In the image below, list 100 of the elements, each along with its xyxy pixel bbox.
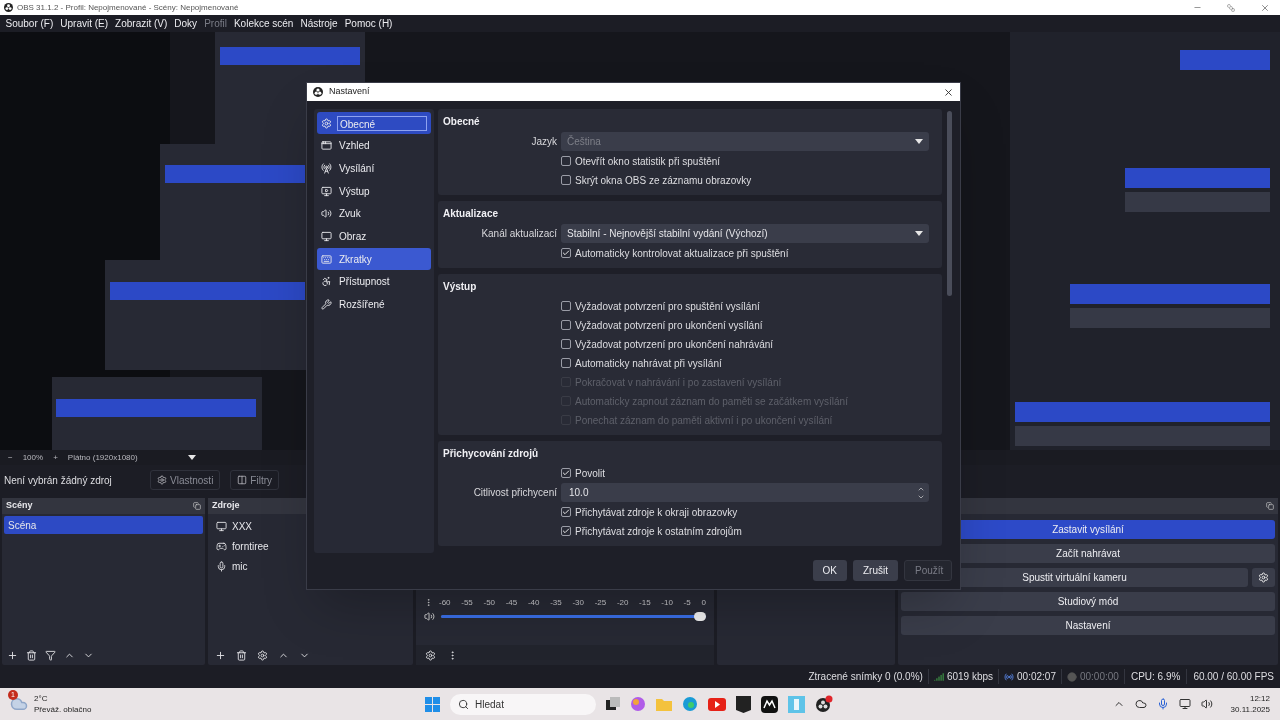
category-item[interactable]: Rozšířené bbox=[317, 293, 431, 316]
scrollbar[interactable] bbox=[947, 111, 952, 296]
cloud-icon[interactable] bbox=[1134, 698, 1147, 710]
zoom-out-button[interactable]: − bbox=[8, 451, 13, 464]
properties-button[interactable]: Vlastnosti bbox=[150, 470, 221, 490]
dropdown[interactable]: Stabilní - Nejnovější stabilní vydání (Výchozí) bbox=[561, 224, 929, 243]
category-item[interactable]: Obraz bbox=[317, 225, 431, 248]
app-icon[interactable] bbox=[736, 695, 751, 713]
speaker-icon[interactable] bbox=[424, 610, 435, 622]
close-icon[interactable] bbox=[943, 86, 954, 98]
checkbox[interactable] bbox=[561, 526, 571, 536]
checkbox[interactable] bbox=[561, 156, 571, 166]
settings-button[interactable] bbox=[1252, 568, 1275, 587]
dock-title: Zdroje bbox=[212, 499, 240, 513]
canvas-size: Plátno (1920x1080) bbox=[67, 451, 139, 464]
monitor-icon bbox=[321, 230, 332, 242]
menu-item[interactable]: Kolekce scén bbox=[230, 16, 297, 31]
clock-date: 30.11.2025 bbox=[1230, 704, 1270, 715]
meter-tick: -15 bbox=[639, 596, 651, 609]
meter-tick: -20 bbox=[616, 596, 629, 609]
trash-icon bbox=[235, 649, 247, 661]
menu-item[interactable]: Nástroje bbox=[296, 16, 342, 31]
control-button[interactable]: Studiový mód bbox=[901, 592, 1275, 611]
menu-item[interactable]: Doky bbox=[170, 16, 201, 31]
menu-item[interactable]: Zobrazit (V) bbox=[111, 16, 171, 31]
filters-button[interactable]: Filtry bbox=[230, 470, 280, 490]
menu-item[interactable]: Pomoc (H) bbox=[341, 16, 396, 31]
dialog-title: Nastavení bbox=[329, 85, 371, 99]
undock-icon[interactable] bbox=[1266, 502, 1274, 510]
gear-icon bbox=[1258, 572, 1269, 583]
dropdown-arrow-icon bbox=[915, 231, 923, 236]
antenna-icon bbox=[321, 162, 332, 174]
meter-tick: -50 bbox=[483, 596, 496, 609]
checkbox-label: Skrýt okna OBS ze záznamu obrazovky bbox=[575, 173, 752, 188]
weather-condition: Převáž. oblačno bbox=[34, 704, 92, 715]
volume-icon[interactable] bbox=[1200, 698, 1213, 710]
app-logo-icon[interactable] bbox=[815, 695, 833, 713]
settings-icon bbox=[321, 117, 332, 129]
field-label: Citlivost přichycení bbox=[472, 486, 558, 500]
menu-item[interactable]: Soubor (F) bbox=[2, 16, 57, 31]
category-item[interactable]: Vzhled bbox=[317, 134, 431, 157]
dialog-button[interactable]: Zrušit bbox=[853, 559, 898, 581]
mic-icon bbox=[216, 561, 227, 572]
app-icon[interactable] bbox=[761, 695, 778, 713]
gear-icon bbox=[424, 649, 436, 661]
category-item[interactable]: Vysílání bbox=[317, 157, 431, 180]
broadcast-icon bbox=[1004, 671, 1015, 682]
meter-tick: -25 bbox=[594, 596, 607, 609]
keyboard-icon bbox=[321, 253, 332, 265]
restore-icon bbox=[1227, 3, 1235, 12]
start-icon[interactable] bbox=[425, 696, 440, 712]
window-title: OBS 31.1.2 - Profil: Nepojmenované - Scény: Nepojmenované bbox=[17, 1, 240, 14]
source-item[interactable]: mic bbox=[212, 558, 409, 575]
search-icon bbox=[458, 698, 469, 710]
checkbox[interactable] bbox=[561, 468, 571, 478]
cpu-usage: CPU: 6.9% bbox=[1123, 669, 1187, 684]
checkbox[interactable] bbox=[561, 248, 571, 258]
trash-icon bbox=[25, 649, 37, 661]
accessibility-icon bbox=[321, 276, 332, 288]
cloud-icon bbox=[10, 695, 28, 713]
checkbox[interactable] bbox=[561, 301, 571, 311]
source-item[interactable]: XXX bbox=[212, 518, 409, 535]
checkbox-label: Automaticky kontrolovat aktualizace při spuštění bbox=[575, 246, 789, 261]
scene-item[interactable]: Scéna bbox=[4, 516, 203, 534]
mic-icon[interactable] bbox=[1156, 698, 1169, 710]
checkbox[interactable] bbox=[561, 507, 571, 517]
play-icon[interactable] bbox=[708, 697, 726, 711]
section-title: Obecné bbox=[443, 115, 481, 129]
wrench-icon bbox=[321, 299, 332, 310]
spin-field[interactable]: 10.0 bbox=[561, 483, 929, 502]
section-title: Přichycování zdrojů bbox=[443, 447, 540, 461]
checkbox[interactable] bbox=[561, 320, 571, 330]
checkbox[interactable] bbox=[561, 358, 571, 368]
meter-tick: 0 bbox=[701, 596, 706, 609]
category-item[interactable]: Výstup bbox=[317, 180, 431, 203]
checkbox[interactable] bbox=[561, 175, 571, 185]
source-status: Není vybrán žádný zdroj bbox=[4, 473, 113, 488]
signal-bars-icon bbox=[933, 671, 944, 682]
volume-slider[interactable] bbox=[441, 614, 706, 618]
search-field[interactable]: Hledat bbox=[450, 693, 596, 715]
category-item[interactable]: Obecné bbox=[317, 112, 431, 134]
checkbox[interactable] bbox=[561, 339, 571, 349]
zoom-in-button[interactable]: + bbox=[53, 451, 58, 464]
control-button[interactable]: Nastavení bbox=[901, 616, 1275, 635]
section-title: Výstup bbox=[443, 280, 478, 294]
checkbox-label: Přichytávat zdroje k okraji obrazovky bbox=[575, 505, 738, 520]
slider-thumb[interactable] bbox=[694, 611, 706, 621]
window-icon bbox=[321, 140, 332, 152]
dock-title: Scény bbox=[6, 499, 33, 513]
dialog-button[interactable]: OK bbox=[812, 559, 847, 581]
monitor-icon[interactable] bbox=[1178, 698, 1191, 710]
category-item[interactable]: Zvuk bbox=[317, 202, 431, 225]
source-item[interactable]: forntiree bbox=[212, 538, 409, 555]
more-icon[interactable] bbox=[424, 598, 433, 607]
menu-item[interactable]: Upravit (E) bbox=[56, 16, 112, 31]
category-item[interactable]: Zkratky bbox=[317, 248, 431, 271]
category-item[interactable]: Přístupnost bbox=[317, 270, 431, 293]
meter-tick: -55 bbox=[461, 596, 473, 609]
undock-icon[interactable] bbox=[193, 502, 201, 510]
task-view-icon[interactable] bbox=[606, 697, 620, 711]
